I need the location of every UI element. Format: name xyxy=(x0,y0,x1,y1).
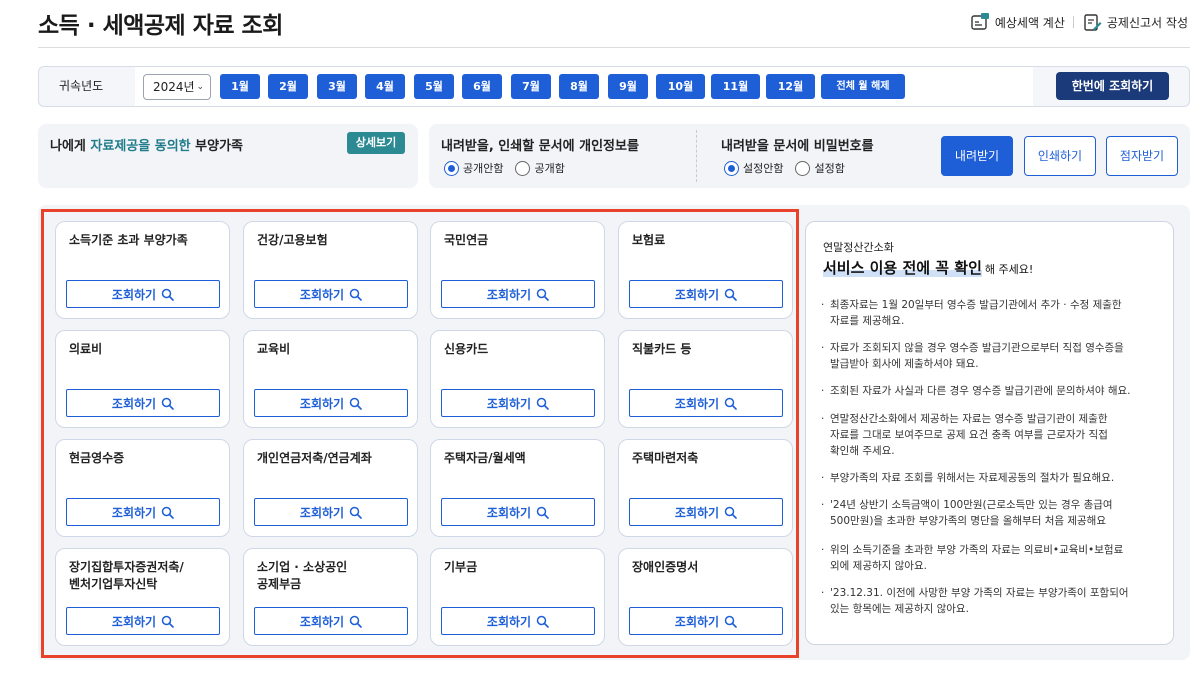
notice-item: 조회된 자료가 사실과 다른 경우 영수증 발급기관에 문의하셔야 해요. xyxy=(821,383,1131,399)
write-deduction-form-label: 공제신고서 작성 xyxy=(1106,15,1188,30)
options-divider xyxy=(696,130,697,182)
privacy-show-label: 공개함 xyxy=(534,162,565,175)
privacy-option-title: 내려받을, 인쇄할 문서에 개인정보를 xyxy=(441,139,639,154)
month-button-11[interactable]: 11월 xyxy=(711,74,760,99)
title-divider xyxy=(38,47,1190,48)
notice-item: 부양가족의 자료 조회를 위해서는 자료제공동의 절차가 필요해요. xyxy=(821,470,1114,486)
consent-title: 나에게 자료제공을 동의한 부양가족 xyxy=(50,135,243,154)
notice-panel: 연말정산간소화 서비스 이용 전에 꼭 확인해 주세요! 최종자료는 1월 20… xyxy=(805,221,1174,645)
month-button-12[interactable]: 12월 xyxy=(766,74,815,99)
notice-item: 최종자료는 1월 20일부터 영수증 발급기관에서 추가 · 수정 제출한 자료… xyxy=(821,297,1122,329)
month-button-3[interactable]: 3월 xyxy=(317,74,357,99)
detail-view-button[interactable]: 상세보기 xyxy=(347,132,405,154)
password-none-radio[interactable] xyxy=(724,160,739,176)
document-edit-icon xyxy=(1082,12,1102,32)
month-button-8[interactable]: 8월 xyxy=(559,74,599,99)
notice-item: '24년 상반기 소득금액이 100만원(근로소득만 있는 경우 총급여 500… xyxy=(821,497,1113,529)
notice-heading-main: 서비스 이용 전에 꼭 확인 xyxy=(823,259,982,277)
month-button-7[interactable]: 7월 xyxy=(511,74,551,99)
privacy-hide-radio[interactable] xyxy=(444,160,459,176)
notice-heading-tail: 해 주세요! xyxy=(984,263,1034,276)
month-button-4[interactable]: 4월 xyxy=(365,74,405,99)
year-select[interactable]: 2024년 ⌄ xyxy=(143,74,211,100)
notice-item: '23.12.31. 이전에 사망한 부양 가족의 자료는 부양가족이 포함되어… xyxy=(821,585,1129,617)
notice-item: 위의 소득기준을 초과한 부양 가족의 자료는 의료비•교육비•보험료 외에 제… xyxy=(821,542,1123,574)
divider xyxy=(1072,16,1074,28)
notice-item: 연말정산간소화에서 제공하는 자료는 영수증 발급기관이 제출한 자료를 그대로… xyxy=(821,411,1108,459)
consent-prefix: 나에게 xyxy=(50,139,91,154)
month-button-9[interactable]: 9월 xyxy=(608,74,648,99)
privacy-show-radio[interactable] xyxy=(515,160,531,176)
consent-suffix: 부양가족 xyxy=(190,139,243,154)
notice-subtitle: 연말정산간소화 xyxy=(823,241,894,254)
privacy-radio-group: 공개안함 공개함 xyxy=(444,160,565,176)
download-button[interactable]: 내려받기 xyxy=(941,136,1013,176)
write-deduction-form-link[interactable]: 공제신고서 작성 xyxy=(1082,12,1188,32)
year-select-value: 2024년 xyxy=(153,80,195,94)
chevron-down-icon: ⌄ xyxy=(196,82,204,92)
query-all-button[interactable]: 한번에 조회하기 xyxy=(1056,72,1169,100)
month-button-5[interactable]: 5월 xyxy=(414,74,454,99)
password-set-radio[interactable] xyxy=(795,160,811,176)
month-button-6[interactable]: 6월 xyxy=(462,74,502,99)
estimate-tax-link[interactable]: 예상세액 계산 xyxy=(970,12,1065,32)
password-option-title: 내려받을 문서에 비밀번호를 xyxy=(721,139,874,154)
page-title: 소득 · 세액공제 자료 조회 xyxy=(38,13,283,39)
notice-heading: 서비스 이용 전에 꼭 확인 해 주세요! xyxy=(823,257,1033,278)
year-bar: 귀속년도 2024년 ⌄ 1월 2월 3월 4월 5월 6월 7월 8월 9월 … xyxy=(38,66,1190,107)
password-none-label: 설정안함 xyxy=(743,162,784,175)
calculator-icon xyxy=(970,12,990,32)
year-label: 귀속년도 xyxy=(59,79,104,93)
estimate-tax-label: 예상세액 계산 xyxy=(994,15,1065,30)
month-button-10[interactable]: 10월 xyxy=(656,74,705,99)
highlight-frame xyxy=(41,209,799,658)
dependent-consent-panel: 나에게 자료제공을 동의한 부양가족 상세보기 xyxy=(38,124,418,188)
print-button[interactable]: 인쇄하기 xyxy=(1024,136,1096,176)
month-button-1[interactable]: 1월 xyxy=(220,74,260,99)
year-controls: 2024년 ⌄ 1월 2월 3월 4월 5월 6월 7월 8월 9월 10월 1… xyxy=(135,67,1033,106)
top-actions: 예상세액 계산 공제신고서 작성 xyxy=(970,12,1188,32)
reset-months-button[interactable]: 전체 월 해제 xyxy=(821,74,905,99)
consent-highlight: 자료제공을 동의한 xyxy=(90,139,191,154)
password-radio-group: 설정안함 설정함 xyxy=(724,160,845,176)
month-button-2[interactable]: 2월 xyxy=(268,74,308,99)
notice-item: 자료가 조회되지 않을 경우 영수증 발급기관으로부터 직접 영수증을 발급받아… xyxy=(821,340,1124,372)
braille-button[interactable]: 점자받기 xyxy=(1106,136,1178,176)
document-options-panel: 내려받을, 인쇄할 문서에 개인정보를 공개안함 공개함 내려받을 문서에 비밀… xyxy=(429,124,1190,188)
password-set-label: 설정함 xyxy=(814,162,845,175)
privacy-hide-label: 공개안함 xyxy=(463,162,504,175)
